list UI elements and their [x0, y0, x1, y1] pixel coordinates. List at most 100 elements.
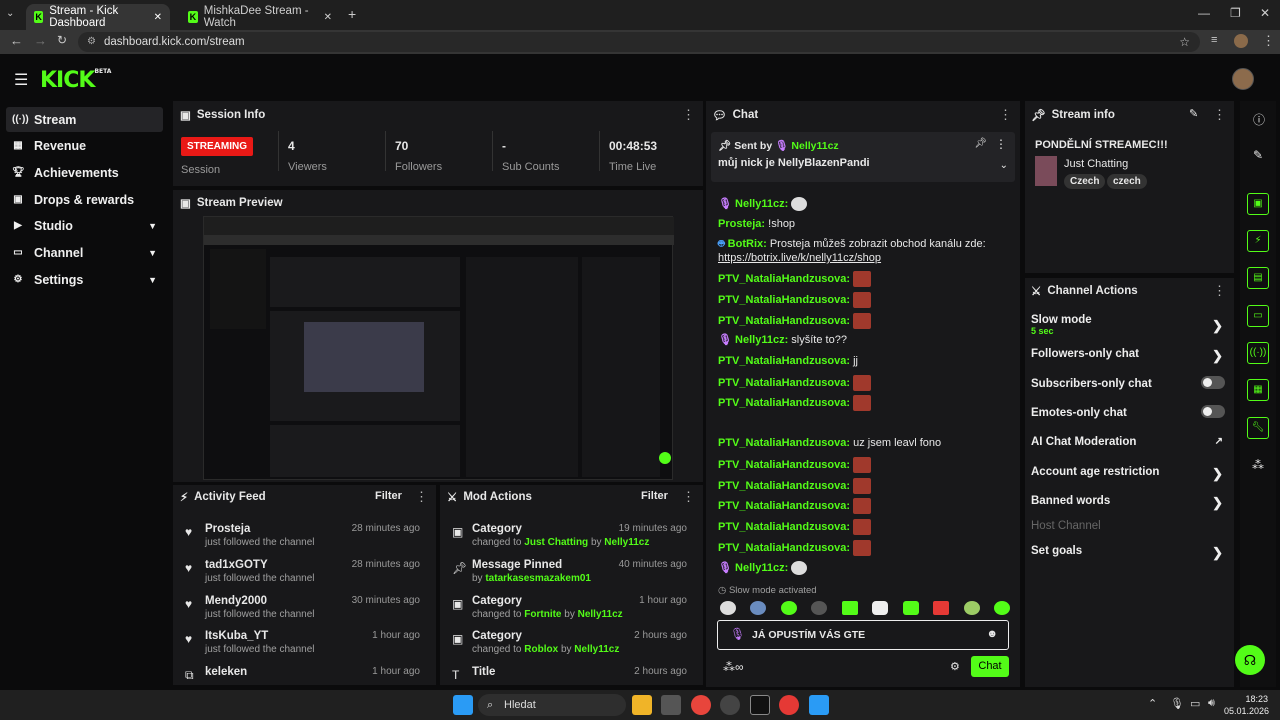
- user-avatar[interactable]: [1232, 68, 1254, 90]
- sidebar-item-stream[interactable]: ((·)) Stream: [6, 107, 163, 132]
- tray-network-icon[interactable]: ▭: [1190, 697, 1200, 710]
- rail-broadcast-button[interactable]: ((·)): [1247, 342, 1269, 364]
- back-icon[interactable]: ←: [10, 33, 23, 48]
- close-tab-icon[interactable]: ✕: [154, 12, 162, 23]
- new-tab-button[interactable]: +: [348, 6, 356, 22]
- info-icon[interactable]: ⓘ: [1253, 111, 1265, 128]
- list-item: ▣ Category changed to Roblox by Nelly11cz 2…: [452, 630, 687, 655]
- emoji-picker-icon[interactable]: ☻: [986, 628, 998, 640]
- sidebar-item-settings[interactable]: ⚙ Settings ▼: [6, 267, 163, 292]
- rail-clip-button[interactable]: ▣: [1247, 193, 1269, 215]
- file-explorer-icon[interactable]: [632, 695, 652, 715]
- tab-mishkadee-stream[interactable]: K MishkaDee Stream - Watch ✕: [180, 4, 340, 30]
- sidebar-item-channel[interactable]: ▭ Channel ▼: [6, 240, 163, 265]
- subscribers-only-toggle[interactable]: [1201, 376, 1225, 389]
- emote-button[interactable]: [872, 601, 889, 615]
- mod-filter-button[interactable]: Filter: [641, 490, 668, 502]
- session-menu-icon[interactable]: ⋮: [682, 107, 695, 123]
- emote-button[interactable]: [811, 601, 828, 615]
- reload-icon[interactable]: ↻: [57, 33, 67, 47]
- tab-kick-dashboard[interactable]: K Stream - Kick Dashboard ✕: [26, 4, 170, 30]
- subscribers-only-row[interactable]: Subscribers-only chat: [1031, 376, 1229, 390]
- sidebar-item-revenue[interactable]: ▦ Revenue: [6, 133, 163, 158]
- chat-link[interactable]: https://botrix.live/k/nelly11cz/shop: [718, 252, 881, 264]
- emote-button[interactable]: [902, 601, 919, 615]
- sidebar-item-achievements[interactable]: 🏆︎ Achievements: [6, 160, 163, 185]
- activity-filter-button[interactable]: Filter: [375, 490, 402, 502]
- stream-title: PONDĚLNÍ STREAMEC!!!: [1035, 139, 1168, 151]
- chat-settings-icon[interactable]: ⚙: [950, 660, 960, 673]
- activity-menu-icon[interactable]: ⋮: [415, 489, 428, 505]
- rail-tools-button[interactable]: 🔧︎: [1247, 417, 1269, 439]
- tray-chevron-icon[interactable]: ⌃: [1148, 697, 1157, 710]
- pinned-menu-icon[interactable]: ⋮: [995, 137, 1007, 151]
- gift-icon: ⧉: [185, 668, 194, 682]
- emote-button[interactable]: [720, 601, 736, 615]
- steam-icon[interactable]: [720, 695, 740, 715]
- emote-button[interactable]: [933, 601, 950, 615]
- taskbar-clock[interactable]: 18:23 05.01.2026: [1224, 693, 1269, 717]
- session-info-title: ▣ Session Info: [180, 109, 266, 122]
- sidebar-item-drops[interactable]: ▣ Drops & rewards: [6, 187, 163, 212]
- emotes-only-row[interactable]: Emotes-only chat: [1031, 405, 1229, 419]
- sidebar-item-studio[interactable]: ▶ Studio ▼: [6, 213, 163, 238]
- hamburger-menu-icon[interactable]: ☰: [14, 70, 28, 90]
- store-icon[interactable]: [661, 695, 681, 715]
- minimize-button[interactable]: —: [1198, 6, 1210, 20]
- rail-bolt-button[interactable]: ⚡︎: [1247, 230, 1269, 252]
- close-tab-icon[interactable]: ✕: [324, 12, 332, 23]
- emote-button[interactable]: [750, 601, 767, 615]
- banned-words-row[interactable]: Banned words ❯: [1031, 495, 1229, 510]
- windows-start-icon[interactable]: [453, 695, 473, 715]
- channel-actions-menu-icon[interactable]: ⋮: [1213, 283, 1226, 299]
- emote-button[interactable]: [841, 601, 858, 615]
- maximize-button[interactable]: ❐: [1230, 6, 1241, 20]
- unpin-icon[interactable]: 📌︎: [974, 138, 987, 149]
- tray-volume-icon[interactable]: 🔊︎: [1208, 697, 1215, 710]
- tray-mic-icon[interactable]: 🎙︎: [1170, 697, 1184, 710]
- chevron-down-icon[interactable]: ⌄: [1000, 160, 1008, 171]
- info-icon: ▣: [180, 110, 191, 122]
- chat-badges-icon[interactable]: ⁂∞: [723, 660, 744, 674]
- taskbar-search[interactable]: ⌕ Hledat: [478, 694, 626, 716]
- pencil-icon[interactable]: ✎: [1253, 148, 1263, 162]
- emote-button[interactable]: [963, 601, 980, 615]
- rail-layout-button[interactable]: ▦: [1247, 379, 1269, 401]
- slow-mode-row[interactable]: Slow mode 5 sec ❯: [1031, 314, 1229, 336]
- rail-list-button[interactable]: ▤: [1247, 267, 1269, 289]
- streaming-badge: STREAMING: [181, 137, 253, 156]
- emote-button[interactable]: [780, 601, 797, 615]
- profile-avatar[interactable]: [1234, 34, 1248, 48]
- app-icon[interactable]: [809, 695, 829, 715]
- video-icon: ▶: [14, 220, 22, 231]
- recorder-icon[interactable]: [779, 695, 799, 715]
- account-age-row[interactable]: Account age restriction ❯: [1031, 466, 1229, 481]
- tab-search-icon[interactable]: ⌄: [6, 8, 14, 19]
- kick-logo[interactable]: KICKBETA: [40, 68, 111, 93]
- edit-icon[interactable]: ✎: [1189, 107, 1198, 120]
- ai-moderation-row[interactable]: AI Chat Moderation ↗: [1031, 436, 1229, 448]
- chat-menu-icon[interactable]: ⋮: [999, 107, 1012, 123]
- close-window-button[interactable]: ✕: [1260, 6, 1270, 20]
- stream-preview-video[interactable]: [203, 216, 674, 480]
- stream-info-menu-icon[interactable]: ⋮: [1213, 107, 1226, 123]
- mod-menu-icon[interactable]: ⋮: [682, 489, 695, 505]
- support-headset-button[interactable]: ☊: [1235, 645, 1265, 675]
- rail-chat-button[interactable]: ▭: [1247, 305, 1269, 327]
- chrome-icon[interactable]: [691, 695, 711, 715]
- bookmark-star-icon[interactable]: ☆: [1179, 32, 1190, 52]
- site-info-icon[interactable]: ⚙: [87, 32, 96, 52]
- send-chat-button[interactable]: Chat: [971, 656, 1009, 677]
- url-input[interactable]: ⚙ dashboard.kick.com/stream ☆: [78, 32, 1200, 52]
- browser-menu-icon[interactable]: ⋮: [1262, 33, 1275, 49]
- badges-icon[interactable]: ⁂: [1252, 458, 1264, 472]
- epic-games-icon[interactable]: [750, 695, 770, 715]
- emotes-only-toggle[interactable]: [1201, 405, 1225, 418]
- forward-icon[interactable]: →: [34, 33, 47, 48]
- chat-message: PTV_NataliaHandzusova:: [718, 375, 1008, 391]
- chat-input[interactable]: 🎙︎ JÁ OPUSTÍM VÁS GTE ☻: [717, 620, 1009, 650]
- set-goals-row[interactable]: Set goals ❯: [1031, 545, 1229, 560]
- reading-list-icon[interactable]: ≡: [1211, 34, 1217, 46]
- followers-only-row[interactable]: Followers-only chat ❯: [1031, 348, 1229, 363]
- emote-button[interactable]: [993, 601, 1010, 615]
